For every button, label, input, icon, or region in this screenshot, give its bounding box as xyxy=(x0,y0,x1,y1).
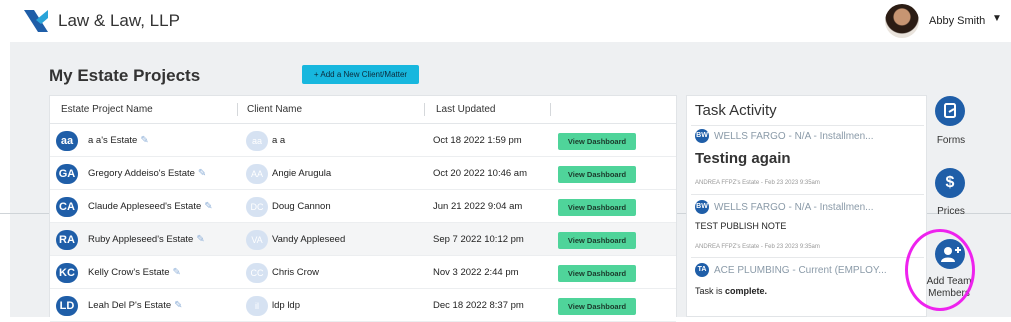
client-avatar: DC xyxy=(246,197,268,217)
client-avatar: aa xyxy=(246,131,268,151)
client-avatar: il xyxy=(246,296,268,316)
projects-table: Estate Project Name Client Name Last Upd… xyxy=(49,95,677,322)
client-avatar: VA xyxy=(246,230,268,250)
estate-avatar: KC xyxy=(56,263,78,283)
column-divider xyxy=(237,103,238,116)
add-client-button[interactable]: + Add a New Client/Matter xyxy=(302,65,419,84)
page-title: My Estate Projects xyxy=(49,66,201,85)
column-header-estate[interactable]: Estate Project Name xyxy=(61,96,153,123)
estate-name[interactable]: Leah Del P's Estate ✎ xyxy=(88,300,183,311)
estate-name[interactable]: Claude Appleseed's Estate ✎ xyxy=(88,201,213,212)
client-name: Vandy Appleseed xyxy=(272,234,346,245)
task-meta: ANDREA FFPZ's Estate - Feb 23 2023 9:35a… xyxy=(695,180,820,186)
client-avatar: AA xyxy=(246,164,268,184)
table-row[interactable]: GA Gregory Addeiso's Estate ✎ AA Angie Ar… xyxy=(50,157,676,190)
table-row[interactable]: LD Leah Del P's Estate ✎ il ldp ldp Dec 1… xyxy=(50,289,676,322)
task-header[interactable]: WELLS FARGO - N/A - Installmen... xyxy=(714,202,874,213)
task-activity-panel: Task Activity BW WELLS FARGO - N/A - Ins… xyxy=(686,95,927,317)
vendor-badge: TA xyxy=(695,263,709,277)
pencil-icon[interactable]: ✎ xyxy=(196,234,204,245)
client-name: Chris Crow xyxy=(272,267,319,278)
task-note: Testing again xyxy=(695,150,791,167)
last-updated: Oct 18 2022 1:59 pm xyxy=(433,135,522,146)
estate-name[interactable]: Ruby Appleseed's Estate ✎ xyxy=(88,234,205,245)
estate-avatar: CA xyxy=(56,197,78,217)
pencil-icon[interactable]: ✎ xyxy=(198,168,206,179)
last-updated: Dec 18 2022 8:37 pm xyxy=(433,300,524,311)
last-updated: Sep 7 2022 10:12 pm xyxy=(433,234,524,245)
client-name: Doug Cannon xyxy=(272,201,331,212)
forms-icon[interactable] xyxy=(935,96,965,126)
task-note: TEST PUBLISH NOTE xyxy=(695,221,787,231)
task-header[interactable]: ACE PLUMBING - Current (EMPLOY... xyxy=(714,265,887,276)
column-header-updated[interactable]: Last Updated xyxy=(436,96,496,123)
view-dashboard-button[interactable]: View Dashboard xyxy=(558,298,636,315)
divider xyxy=(691,257,924,258)
task-meta: ANDREA FFPZ's Estate - Feb 23 2023 9:35a… xyxy=(695,244,820,250)
estate-name[interactable]: a a's Estate ✎ xyxy=(88,135,149,146)
panel-title: Task Activity xyxy=(695,102,777,119)
column-header-client[interactable]: Client Name xyxy=(247,96,302,123)
column-divider xyxy=(424,103,425,116)
column-divider xyxy=(550,103,551,116)
view-dashboard-button[interactable]: View Dashboard xyxy=(558,133,636,150)
highlight-annotation xyxy=(905,229,975,311)
client-name: Angie Arugula xyxy=(272,168,332,179)
pencil-icon[interactable]: ✎ xyxy=(174,300,182,311)
task-header[interactable]: WELLS FARGO - N/A - Installmen... xyxy=(714,131,874,142)
pencil-icon[interactable]: ✎ xyxy=(140,135,148,146)
table-row[interactable]: CA Claude Appleseed's Estate ✎ DC Doug Ca… xyxy=(50,190,676,223)
estate-name[interactable]: Kelly Crow's Estate ✎ xyxy=(88,267,181,278)
chevron-down-icon[interactable]: ▼ xyxy=(992,13,1002,24)
view-dashboard-button[interactable]: View Dashboard xyxy=(558,232,636,249)
pencil-icon[interactable]: ✎ xyxy=(173,267,181,278)
view-dashboard-button[interactable]: View Dashboard xyxy=(558,265,636,282)
estate-avatar: LD xyxy=(56,296,78,316)
top-bar: Law & Law, LLP Abby Smith ▼ xyxy=(0,0,1011,42)
last-updated: Jun 21 2022 9:04 am xyxy=(433,201,523,212)
client-avatar: CC xyxy=(246,263,268,283)
client-name: ldp ldp xyxy=(272,300,300,311)
vendor-badge: BW xyxy=(695,129,709,143)
estate-name[interactable]: Gregory Addeiso's Estate ✎ xyxy=(88,168,206,179)
last-updated: Oct 20 2022 10:46 am xyxy=(433,168,528,179)
table-row[interactable]: KC Kelly Crow's Estate ✎ CC Chris Crow No… xyxy=(50,256,676,289)
vendor-badge: BW xyxy=(695,200,709,214)
task-note: Task is complete. xyxy=(695,286,768,296)
view-dashboard-button[interactable]: View Dashboard xyxy=(558,199,636,216)
tool-label[interactable]: Forms xyxy=(934,135,968,147)
dollar-icon[interactable]: $ xyxy=(935,168,965,198)
divider xyxy=(691,125,924,126)
pencil-icon[interactable]: ✎ xyxy=(204,201,212,212)
table-row[interactable]: aa a a's Estate ✎ aa a a Oct 18 2022 1:59… xyxy=(50,124,676,157)
brand-name: Law & Law, LLP xyxy=(58,11,180,30)
client-name: a a xyxy=(272,135,286,146)
avatar[interactable] xyxy=(885,4,919,38)
user-name[interactable]: Abby Smith xyxy=(929,15,985,27)
brand-logo-icon xyxy=(24,10,48,32)
estate-avatar: GA xyxy=(56,164,78,184)
divider xyxy=(691,194,924,195)
tool-label[interactable]: Prices xyxy=(933,206,969,218)
table-row[interactable]: RA Ruby Appleseed's Estate ✎ VA Vandy App… xyxy=(50,223,676,256)
view-dashboard-button[interactable]: View Dashboard xyxy=(558,166,636,183)
estate-avatar: RA xyxy=(56,230,78,250)
last-updated: Nov 3 2022 2:44 pm xyxy=(433,267,519,278)
estate-avatar: aa xyxy=(56,131,78,151)
